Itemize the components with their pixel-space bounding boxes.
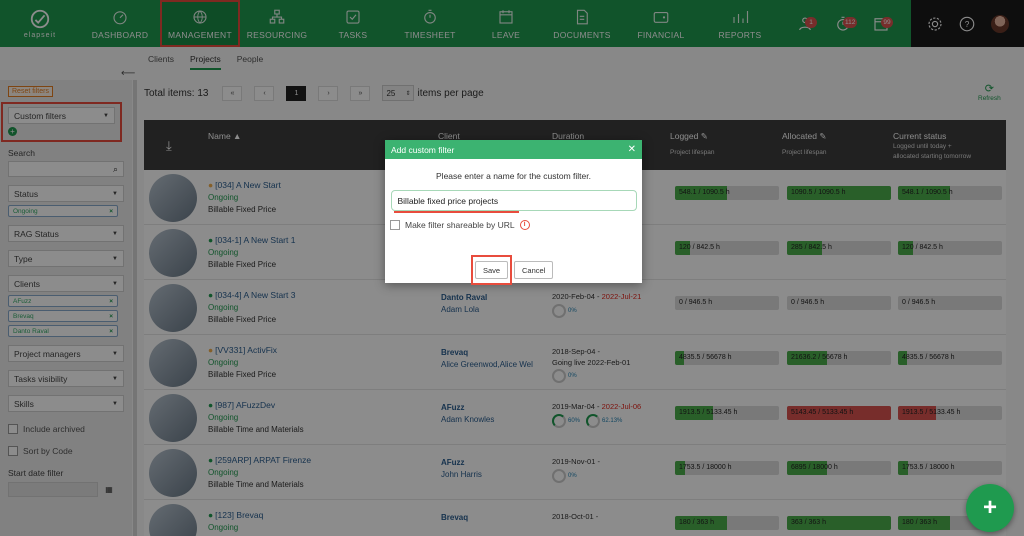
save-button[interactable]: Save: [474, 261, 509, 279]
save-highlight: Save: [471, 255, 512, 285]
dialog-prompt: Please enter a name for the custom filte…: [436, 171, 591, 181]
info-icon[interactable]: i: [519, 220, 530, 230]
share-row: Make filter shareable by URL i: [390, 220, 642, 230]
filter-name-input[interactable]: [390, 190, 637, 211]
dialog-header: Add custom filter ✕: [385, 140, 642, 159]
dialog-actions: Save Cancel: [471, 255, 554, 285]
shareable-checkbox[interactable]: [390, 220, 400, 230]
add-fab-button[interactable]: +: [966, 484, 1014, 532]
dialog-title: Add custom filter: [391, 144, 455, 155]
input-highlight-underline: [394, 211, 519, 213]
shareable-label: Make filter shareable by URL: [405, 220, 515, 230]
close-icon[interactable]: ✕: [628, 144, 636, 155]
cancel-button[interactable]: Cancel: [514, 261, 554, 279]
